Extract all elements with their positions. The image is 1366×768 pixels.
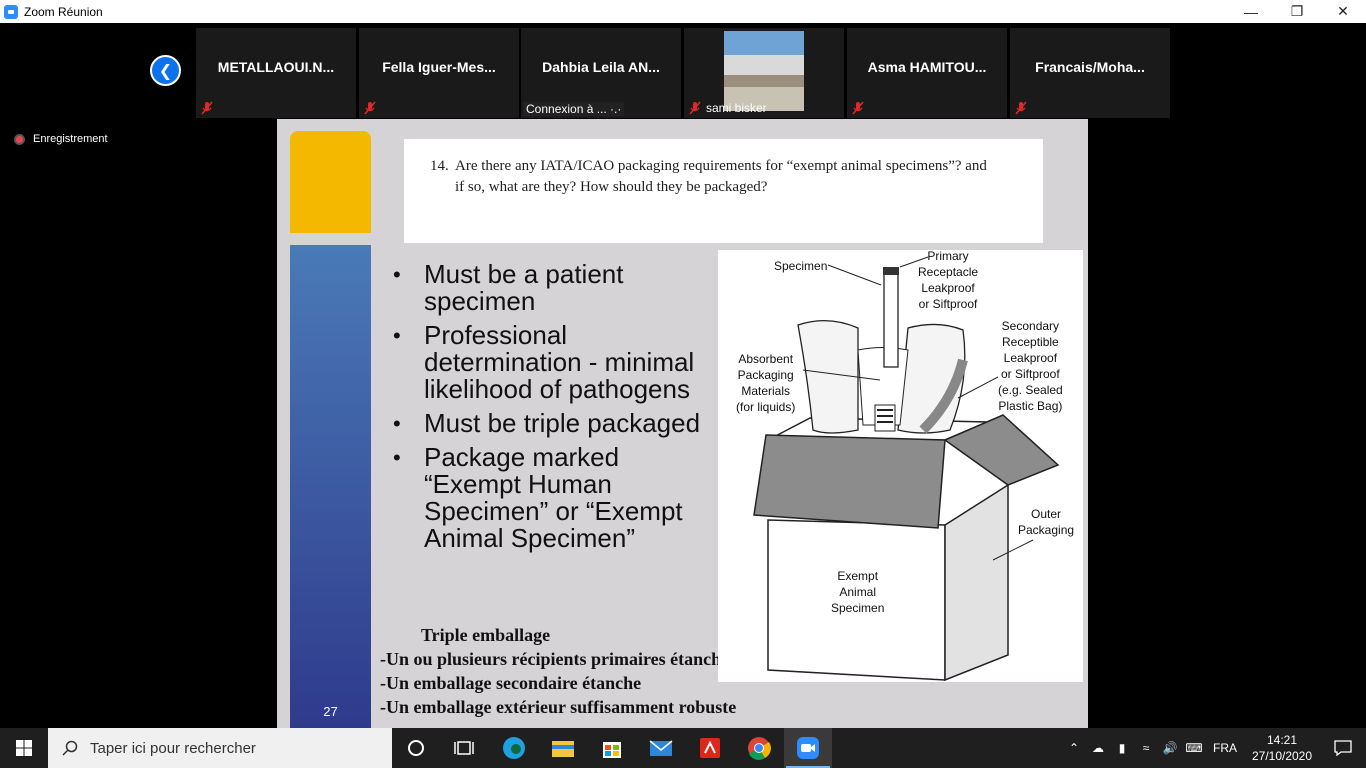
mic-muted-icon	[852, 101, 864, 115]
label-primary: Primary Receptacle Leakproof or Siftproof	[918, 249, 979, 311]
taskbar-search[interactable]: Taper ici pour rechercher	[48, 728, 392, 768]
taskbar-chrome[interactable]	[735, 728, 783, 768]
chevron-left-icon: ❮	[158, 62, 173, 80]
packaging-diagram: Specimen Primary Receptacle Leakproof or Si…	[718, 249, 1083, 682]
windows-taskbar: Taper ici pour rechercher ⌃ ☁ ▮ ≈ 🔊 ⌨ FR…	[0, 728, 1366, 768]
start-button[interactable]	[0, 728, 48, 768]
question-number: 14.	[430, 158, 449, 174]
clock[interactable]: 14:21 27/10/2020	[1244, 732, 1320, 764]
participant-name: Francais/Moha...	[1035, 59, 1145, 75]
question-box: 14. Are there any IATA/ICAO packaging re…	[404, 139, 1043, 243]
circle-icon	[408, 740, 424, 756]
participant-name: sami bisker	[706, 101, 767, 115]
task-view-icon	[454, 741, 474, 755]
bullet-item: Must be triple packaged	[393, 410, 723, 438]
label-exempt: Exempt Animal Specimen	[831, 569, 885, 615]
participant-name: Fella Iguer-Mes...	[382, 59, 496, 75]
keyboard-icon[interactable]: ⌨	[1182, 741, 1206, 755]
task-view-button[interactable]	[440, 728, 488, 768]
battery-icon[interactable]: ▮	[1110, 741, 1134, 755]
label-secondary: Secondary Receptible Leakproof or Siftproof…	[998, 319, 1063, 413]
mic-muted-icon	[1015, 101, 1027, 115]
mic-muted-icon	[364, 101, 376, 115]
label-absorbent: Absorbent Packaging Materials (for liquids)	[736, 352, 796, 414]
previous-page-button[interactable]: ❮	[150, 55, 181, 86]
participant-name: METALLAOUI.N...	[217, 59, 335, 75]
folder-icon	[552, 741, 574, 757]
system-tray: ⌃ ☁ ▮ ≈ 🔊 ⌨ FRA 14:21 27/10/2020	[1062, 728, 1366, 768]
participant-video	[724, 31, 804, 111]
participant-strip: ❮ METALLAOUI.N... Fella Iguer-Mes... Dah…	[0, 23, 1366, 118]
bullet-item: Professional determination - minimal lik…	[393, 322, 723, 403]
participant-tile[interactable]: METALLAOUI.N...	[196, 28, 356, 118]
zoom-icon	[4, 4, 18, 19]
french-title: Triple emballage	[421, 625, 551, 645]
notifications-button[interactable]	[1320, 740, 1366, 756]
participant-name: Asma HAMITOU...	[867, 59, 987, 75]
participant-tile[interactable]: Asma HAMITOU...	[847, 28, 1007, 118]
window-titlebar: Zoom Réunion — ❐ ✕	[0, 0, 1366, 23]
participant-tile[interactable]: Dahbia Leila AN... Connexion à ... ·.·	[521, 28, 681, 118]
zoom-app-icon	[797, 737, 819, 759]
bullet-item: Must be a patient specimen	[393, 261, 723, 315]
windows-icon	[16, 740, 32, 756]
language-indicator[interactable]: FRA	[1206, 741, 1244, 755]
window-title: Zoom Réunion	[24, 4, 103, 19]
clock-time: 14:21	[1266, 733, 1298, 747]
label-outer: Outer Packaging	[1018, 507, 1075, 537]
notification-icon	[1334, 740, 1352, 756]
mail-icon	[649, 740, 673, 756]
slide-number: 27	[323, 704, 338, 719]
volume-icon[interactable]: 🔊	[1158, 741, 1182, 755]
edge-icon	[503, 737, 525, 759]
close-button[interactable]: ✕	[1320, 0, 1366, 23]
wifi-icon[interactable]: ≈	[1134, 741, 1158, 755]
label-specimen: Specimen	[774, 259, 828, 273]
taskbar-acrobat[interactable]	[686, 728, 734, 768]
taskbar-edge[interactable]	[490, 728, 538, 768]
search-placeholder: Taper ici pour rechercher	[90, 739, 256, 757]
taskbar-mail[interactable]	[637, 728, 685, 768]
chrome-icon	[748, 737, 771, 760]
mic-muted-icon	[689, 101, 701, 115]
shared-screen: 27 14. Are there any IATA/ICAO packaging…	[226, 119, 1140, 728]
bullet-item: Package marked “Exempt Human Specimen” o…	[393, 444, 723, 552]
cortana-button[interactable]	[392, 728, 440, 768]
participant-tile[interactable]: Fella Iguer-Mes...	[359, 28, 519, 118]
participant-tile[interactable]: sami bisker	[684, 28, 844, 118]
clock-date: 27/10/2020	[1251, 749, 1313, 763]
french-line: -Un emballage extérieur suffisamment rob…	[380, 697, 737, 717]
participant-tile[interactable]: Francais/Moha...	[1010, 28, 1170, 118]
meeting-area: ❮ METALLAOUI.N... Fella Iguer-Mes... Dah…	[0, 23, 1366, 728]
onedrive-icon[interactable]: ☁	[1086, 741, 1110, 755]
question-text: Are there any IATA/ICAO packaging requir…	[455, 158, 987, 195]
minimize-button[interactable]: —	[1228, 0, 1274, 23]
connection-status: Connexion à ... ·.·	[523, 102, 625, 116]
french-line: -Un emballage secondaire étanche	[380, 673, 642, 693]
slide-sidebar	[290, 245, 371, 728]
taskbar-store[interactable]	[588, 728, 636, 768]
mic-muted-icon	[201, 101, 213, 115]
bullet-list: Must be a patient specimen Professional …	[393, 261, 723, 559]
taskbar-zoom[interactable]	[784, 728, 832, 768]
french-notes: Triple emballage -Un ou plusieurs récipi…	[380, 623, 736, 719]
search-icon	[62, 740, 78, 756]
recording-label: Enregistrement	[33, 133, 108, 145]
taskbar-file-explorer[interactable]	[539, 728, 587, 768]
slide-accent-block	[290, 131, 371, 233]
recording-indicator[interactable]: Enregistrement	[14, 133, 108, 145]
store-icon	[603, 742, 621, 758]
restore-button[interactable]: ❐	[1274, 0, 1320, 23]
packaging-illustration	[753, 256, 1060, 682]
pdf-icon	[700, 738, 720, 758]
french-line: -Un ou plusieurs récipients primaires ét…	[380, 649, 737, 669]
chevron-up-icon[interactable]: ⌃	[1062, 741, 1086, 755]
presentation-slide: 27 14. Are there any IATA/ICAO packaging…	[277, 119, 1088, 728]
record-icon	[14, 133, 25, 145]
participant-name: Dahbia Leila AN...	[542, 59, 660, 75]
